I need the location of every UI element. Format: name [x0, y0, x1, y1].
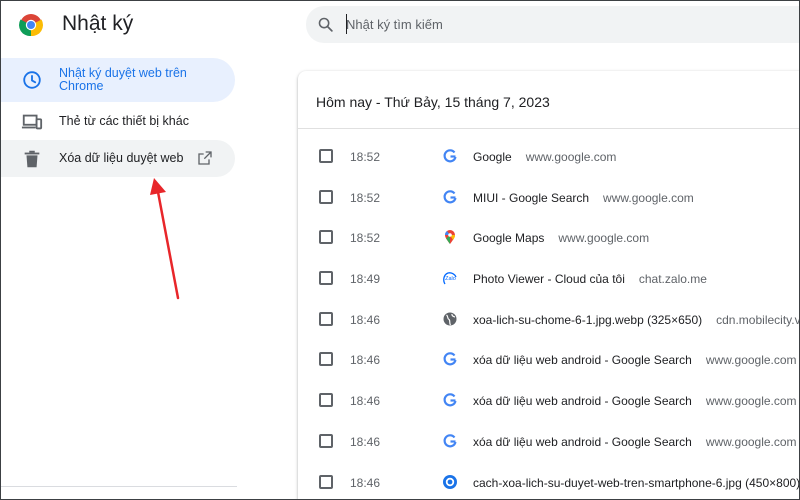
visit-time: 18:46 — [350, 476, 381, 490]
text-cursor — [346, 14, 347, 34]
entry-domain: www.google.com — [705, 435, 797, 449]
entry-domain: www.google.com — [705, 353, 797, 367]
entry-domain: www.google.com — [525, 150, 617, 164]
visit-time: 18:52 — [350, 150, 381, 164]
sidebar-item-label: Nhật ký duyệt web trên Chrome — [59, 66, 187, 93]
row-checkbox[interactable] — [319, 230, 333, 244]
row-checkbox[interactable] — [319, 352, 333, 366]
history-entry[interactable]: cach-xoa-lich-su-duyet-web-tren-smartpho… — [473, 476, 800, 490]
history-entry[interactable]: xóa dữ liệu web android - Google Search w… — [473, 394, 797, 408]
row-checkbox[interactable] — [319, 393, 333, 407]
devices-icon — [21, 114, 43, 130]
history-row[interactable]: 18:52 Google www.google.com — [298, 136, 800, 176]
google-icon — [443, 434, 457, 448]
toolbar: Nhật ký — [0, 0, 800, 52]
history-row[interactable]: 18:52 MIUI - Google Search www.google.com — [298, 177, 800, 217]
history-entry[interactable]: MIUI - Google Search www.google.com — [473, 191, 694, 205]
history-card: Hôm nay - Thứ Bảy, 15 tháng 7, 2023 18:5… — [298, 71, 800, 500]
sidebar-item-label: Xóa dữ liệu duyệt web — [59, 151, 184, 165]
sidebar: Nhật ký duyệt web trên Chrome Thẻ từ các… — [0, 52, 260, 500]
history-row[interactable]: 18:46 xoa-lich-su-chome-6-1.jpg.webp (32… — [298, 299, 800, 339]
google-icon — [443, 190, 457, 204]
site-icon — [443, 475, 457, 489]
zalo-icon: Zalo — [443, 272, 457, 285]
search-icon[interactable] — [317, 16, 334, 33]
row-checkbox[interactable] — [319, 149, 333, 163]
search-bar[interactable] — [306, 6, 800, 43]
google-icon — [443, 149, 457, 163]
history-entry[interactable]: xoa-lich-su-chome-6-1.jpg.webp (325×650)… — [473, 313, 800, 327]
google-icon — [443, 393, 457, 407]
entry-title[interactable]: cach-xoa-lich-su-duyet-web-tren-smartpho… — [473, 476, 800, 490]
page-title: Nhật ký — [62, 12, 134, 35]
visit-time: 18:49 — [350, 272, 381, 286]
history-row[interactable]: 18:46 xóa dữ liệu web android - Google S… — [298, 421, 800, 461]
entry-title[interactable]: Google — [473, 150, 512, 164]
search-input[interactable] — [346, 14, 766, 35]
globe-icon — [443, 312, 457, 326]
entry-title[interactable]: xóa dữ liệu web android - Google Search — [473, 435, 692, 449]
chrome-logo-icon — [19, 14, 43, 37]
history-row[interactable]: 18:49 Zalo Photo Viewer - Cloud của tôi c… — [298, 258, 800, 298]
history-row[interactable]: 18:46 cach-xoa-lich-su-duyet-web-tren-sm… — [298, 462, 800, 500]
maps-icon — [445, 230, 455, 244]
svg-text:Zalo: Zalo — [445, 276, 456, 282]
sidebar-item-other-devices[interactable]: Thẻ từ các thiết bị khác — [0, 104, 235, 140]
history-entry[interactable]: xóa dữ liệu web android - Google Search w… — [473, 435, 797, 449]
sidebar-divider — [0, 486, 237, 487]
visit-time: 18:46 — [350, 394, 381, 408]
visit-time: 18:46 — [350, 435, 381, 449]
entry-domain: www.google.com — [603, 191, 694, 205]
history-entry[interactable]: Google www.google.com — [473, 150, 616, 164]
row-checkbox[interactable] — [319, 434, 333, 448]
divider — [298, 128, 800, 129]
clock-icon — [23, 71, 41, 89]
sidebar-item-label: Thẻ từ các thiết bị khác — [59, 114, 189, 128]
entry-title[interactable]: MIUI - Google Search — [473, 191, 589, 205]
history-entry[interactable]: xóa dữ liệu web android - Google Search w… — [473, 353, 797, 367]
visit-time: 18:52 — [350, 191, 381, 205]
row-checkbox[interactable] — [319, 312, 333, 326]
history-entry[interactable]: Photo Viewer - Cloud của tôi chat.zalo.me — [473, 272, 707, 286]
entry-title[interactable]: xóa dữ liệu web android - Google Search — [473, 394, 692, 408]
entry-title[interactable]: Photo Viewer - Cloud của tôi — [473, 272, 625, 286]
visit-time: 18:46 — [350, 313, 381, 327]
history-entry[interactable]: Google Maps www.google.com — [473, 231, 649, 245]
date-heading: Hôm nay - Thứ Bảy, 15 tháng 7, 2023 — [316, 94, 550, 110]
entry-domain: chat.zalo.me — [638, 272, 707, 286]
sidebar-item-clear-browsing-data[interactable]: Xóa dữ liệu duyệt web — [0, 140, 235, 177]
entry-domain: cdn.mobilecity.vn — [716, 313, 800, 327]
trash-icon — [24, 150, 40, 168]
history-row[interactable]: 18:46 xóa dữ liệu web android - Google S… — [298, 339, 800, 379]
entry-title[interactable]: xoa-lich-su-chome-6-1.jpg.webp (325×650) — [473, 313, 702, 327]
entry-domain: www.google.com — [558, 231, 650, 245]
entry-title[interactable]: Google Maps — [473, 231, 544, 245]
row-checkbox[interactable] — [319, 190, 333, 204]
history-row[interactable]: 18:52 Google Maps www.google.com — [298, 217, 800, 257]
visit-time: 18:52 — [350, 231, 381, 245]
open-in-new-icon — [198, 151, 212, 165]
entry-title[interactable]: xóa dữ liệu web android - Google Search — [473, 353, 692, 367]
row-checkbox[interactable] — [319, 271, 333, 285]
sidebar-item-chrome-history[interactable]: Nhật ký duyệt web trên Chrome — [0, 58, 235, 102]
history-row[interactable]: 18:46 xóa dữ liệu web android - Google S… — [298, 380, 800, 420]
entry-domain: www.google.com — [705, 394, 797, 408]
row-checkbox[interactable] — [319, 475, 333, 489]
visit-time: 18:46 — [350, 353, 381, 367]
google-icon — [443, 352, 457, 366]
